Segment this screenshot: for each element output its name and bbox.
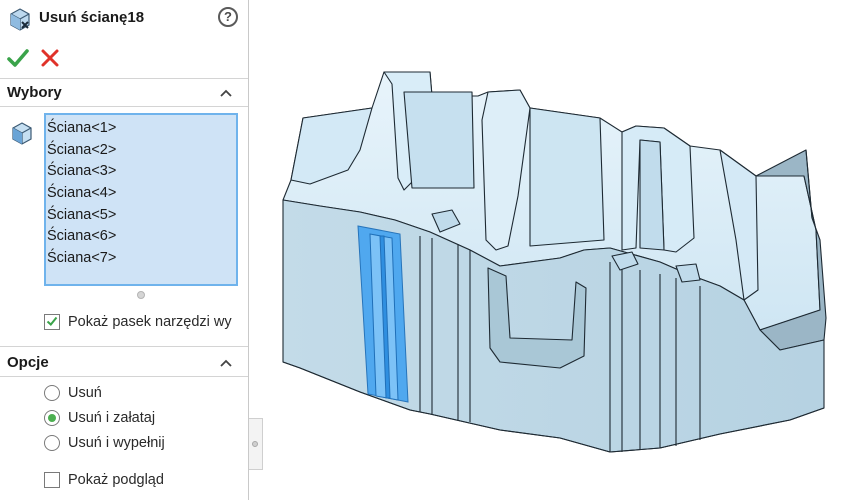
selection-list-item[interactable]: Ściana<7> [47, 248, 236, 270]
divider [0, 376, 248, 377]
show-preview-label: Pokaż podgląd [68, 472, 164, 488]
cancel-button[interactable] [38, 46, 62, 70]
chevron-up-icon[interactable] [218, 85, 234, 101]
checkbox[interactable] [44, 314, 60, 330]
selection-list-item[interactable]: Ściana<5> [47, 205, 236, 227]
divider [0, 78, 248, 79]
checkmark-icon [46, 316, 58, 326]
delete-face-icon [10, 8, 30, 31]
checkmark-icon [7, 49, 29, 67]
selection-list-item[interactable]: Ściana<6> [47, 226, 236, 248]
divider [0, 106, 248, 107]
help-icon[interactable]: ? [218, 7, 238, 27]
radio-label: Usuń [68, 385, 102, 401]
graphics-viewport[interactable] [263, 0, 860, 500]
close-icon [41, 49, 59, 67]
face-selection-icon [12, 122, 32, 145]
selections-group-title: Wybory [7, 84, 62, 101]
panel-collapse-handle[interactable] [249, 418, 263, 470]
selection-list-item[interactable]: Ściana<4> [47, 183, 236, 205]
radio-button[interactable] [44, 410, 60, 426]
options-group-title: Opcje [7, 354, 49, 371]
ok-button[interactable] [6, 46, 30, 70]
selections-group-header[interactable]: Wybory [0, 81, 248, 105]
show-toolbar-label: Pokaż pasek narzędzi wy [68, 314, 232, 330]
radio-label: Usuń i załataj [68, 410, 156, 426]
selection-list-item[interactable]: Ściana<3> [47, 161, 236, 183]
panel-header: Usuń ścianę18 ? [0, 0, 248, 40]
faces-selection-list[interactable]: Ściana<1> Ściana<2> Ściana<3> Ściana<4> Ścia… [44, 113, 238, 286]
chevron-up-icon[interactable] [218, 355, 234, 371]
checkbox[interactable] [44, 472, 60, 488]
selection-list-item[interactable]: Ściana<2> [47, 140, 236, 162]
radio-button[interactable] [44, 435, 60, 451]
divider [0, 346, 248, 347]
radio-button[interactable] [44, 385, 60, 401]
selection-list-item[interactable]: Ściana<1> [47, 118, 236, 140]
list-resize-handle[interactable] [137, 291, 145, 299]
page-title: Usuń ścianę18 [39, 9, 145, 26]
property-manager: Usuń ścianę18 ? Wybory Ściana<1> Ściana<2… [0, 0, 249, 500]
radio-label: Usuń i wypełnij [68, 435, 165, 451]
options-group-header[interactable]: Opcje [0, 351, 248, 375]
